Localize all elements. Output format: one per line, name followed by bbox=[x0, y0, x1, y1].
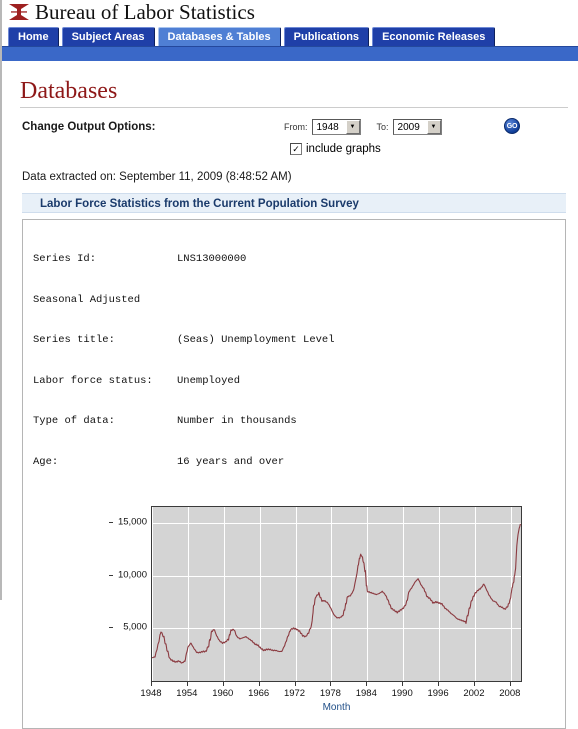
series-metadata: Series Id: LNS13000000 Seasonal Adjusted… bbox=[33, 226, 565, 496]
series-id-key: Series Id: bbox=[33, 253, 97, 265]
x-axis-tick-label: 1972 bbox=[283, 688, 306, 699]
series-title-value: (Seas) Unemployment Level bbox=[177, 334, 335, 346]
series-title-key: Series title: bbox=[33, 334, 115, 346]
x-axis-tick-label: 1960 bbox=[212, 688, 234, 699]
seasonal-adjusted-key: Seasonal Adjusted bbox=[33, 293, 141, 306]
x-axis-tick-label: 1978 bbox=[319, 688, 341, 699]
x-axis-tick bbox=[258, 682, 260, 686]
output-options-row: Change Output Options: From: 1948 ▼ To: … bbox=[22, 118, 570, 140]
include-graphs-checkbox[interactable]: ✓ bbox=[290, 143, 302, 155]
chevron-down-icon[interactable]: ▼ bbox=[426, 120, 441, 134]
browser-page: Bureau of Labor Statistics Home Subject … bbox=[0, 0, 578, 729]
labor-force-status-value: Unemployed bbox=[177, 374, 241, 387]
include-graphs-row: ✓ include graphs bbox=[22, 143, 570, 159]
y-axis-tick bbox=[109, 574, 113, 576]
to-year-value: 2009 bbox=[397, 121, 420, 133]
agency-title: Bureau of Labor Statistics bbox=[35, 0, 255, 24]
x-axis-tick bbox=[402, 682, 404, 686]
chart-series-line bbox=[152, 523, 521, 664]
x-axis-tick bbox=[186, 682, 188, 686]
x-axis-tick bbox=[330, 682, 332, 686]
table-row: Labor force status: Unemployed bbox=[33, 375, 565, 389]
chart-plot-area bbox=[151, 506, 522, 682]
from-year-value: 1948 bbox=[316, 121, 339, 133]
series-detail-box: Series Id: LNS13000000 Seasonal Adjusted… bbox=[22, 219, 566, 729]
x-axis-tick bbox=[509, 682, 511, 686]
x-axis-tick-label: 1984 bbox=[355, 688, 377, 699]
table-row: Age: 16 years and over bbox=[33, 456, 565, 470]
tab-publications[interactable]: Publications bbox=[283, 27, 370, 46]
site-masthead: Bureau of Labor Statistics bbox=[2, 0, 578, 24]
y-axis-tick bbox=[109, 627, 113, 629]
tab-home[interactable]: Home bbox=[8, 27, 59, 46]
nav-accent-bar bbox=[2, 46, 578, 61]
main-navigation-tabs: Home Subject Areas Databases & Tables Pu… bbox=[2, 24, 578, 46]
labor-force-status-key: Labor force status: bbox=[33, 374, 153, 387]
bls-mark-icon bbox=[8, 3, 30, 21]
x-axis-tick-label: 2002 bbox=[463, 688, 485, 699]
tab-databases-and-tables[interactable]: Databases & Tables bbox=[157, 27, 281, 46]
change-output-options-label: Change Output Options: bbox=[22, 121, 156, 133]
y-axis-tick-label: 5,000 bbox=[123, 621, 147, 633]
from-year-select[interactable]: 1948 ▼ bbox=[311, 119, 361, 135]
x-axis-tick-label: 1966 bbox=[248, 688, 270, 699]
to-year-select[interactable]: 2009 ▼ bbox=[392, 119, 442, 135]
table-row: Series Id: LNS13000000 bbox=[33, 253, 565, 267]
table-row: Type of data: Number in thousands bbox=[33, 415, 565, 429]
x-axis-tick bbox=[438, 682, 440, 686]
chart-y-axis: 5,000 10,000 15,000 bbox=[87, 506, 147, 682]
to-label: To: bbox=[376, 122, 389, 132]
table-row: Seasonal Adjusted bbox=[33, 294, 565, 308]
x-axis-tick bbox=[473, 682, 475, 686]
type-of-data-value: Number in thousands bbox=[177, 415, 297, 427]
go-button[interactable]: GO bbox=[504, 118, 520, 134]
x-axis-tick bbox=[294, 682, 296, 686]
tab-subject-areas[interactable]: Subject Areas bbox=[61, 27, 155, 46]
tab-economic-releases[interactable]: Economic Releases bbox=[372, 27, 496, 46]
chart-x-axis-title: Month bbox=[322, 702, 351, 713]
chevron-down-icon[interactable]: ▼ bbox=[345, 120, 360, 134]
x-axis-tick-label: 1996 bbox=[427, 688, 449, 699]
age-key: Age: bbox=[33, 455, 59, 468]
unemployment-level-chart: 5,000 10,000 15,000 1948 1954 1960 1966 1972 19… bbox=[109, 506, 545, 722]
type-of-data-key: Type of data: bbox=[33, 415, 115, 427]
x-axis-tick-label: 1948 bbox=[140, 688, 162, 699]
chart-x-axis: 1948 1954 1960 1966 1972 1978 1984 1990 1996 2002… bbox=[140, 682, 522, 702]
x-axis-tick-label: 1954 bbox=[176, 688, 198, 699]
title-divider bbox=[20, 107, 568, 108]
survey-heading: Labor Force Statistics from the Current … bbox=[22, 193, 566, 213]
include-graphs-label: include graphs bbox=[306, 143, 381, 155]
y-axis-tick-label: 15,000 bbox=[117, 516, 147, 528]
y-axis-tick bbox=[109, 521, 113, 523]
x-axis-tick bbox=[151, 682, 152, 686]
data-extracted-text: Data extracted on: September 11, 2009 (8… bbox=[22, 171, 292, 183]
x-axis-tick bbox=[366, 682, 368, 686]
date-range-controls: From: 1948 ▼ To: 2009 ▼ bbox=[284, 119, 442, 135]
page-content: Databases Change Output Options: From: 1… bbox=[2, 77, 578, 729]
from-label: From: bbox=[284, 122, 308, 132]
x-axis-tick-label: 1990 bbox=[391, 688, 413, 699]
x-axis-tick-label: 2008 bbox=[499, 688, 521, 699]
series-id-value: LNS13000000 bbox=[177, 253, 247, 265]
age-value: 16 years and over bbox=[177, 455, 285, 468]
table-row: Series title: (Seas) Unemployment Level bbox=[33, 334, 565, 348]
x-axis-tick bbox=[222, 682, 224, 686]
page-title: Databases bbox=[20, 78, 118, 104]
y-axis-tick-label: 10,000 bbox=[117, 569, 147, 581]
